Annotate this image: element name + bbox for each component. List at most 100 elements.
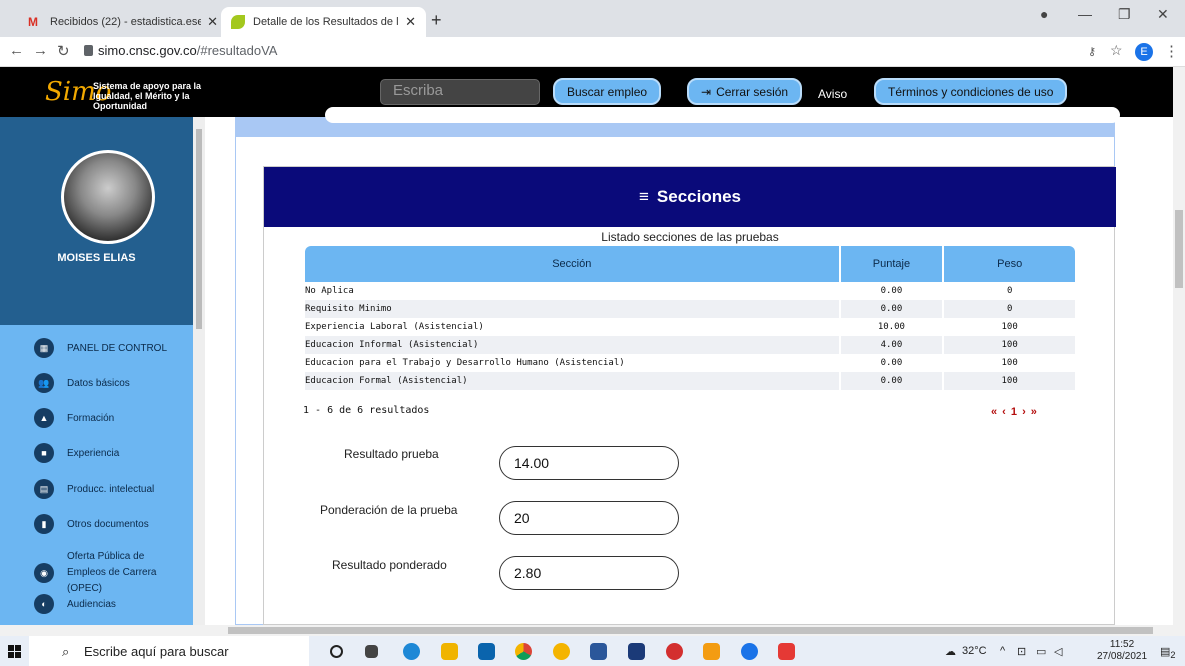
chrome-canary-icon[interactable] [553,643,570,660]
ponderacion-field[interactable]: 20 [499,501,679,535]
close-window-icon[interactable]: ✕ [1157,6,1169,23]
leaf-icon [231,15,245,29]
top-pill [325,107,1120,123]
cell-puntaje: 0.00 [880,286,903,296]
cerrar-sesion-label: Cerrar sesión [716,84,789,99]
tab-title: Detalle de los Resultados de la pr [253,16,399,28]
document-icon: ▮ [34,514,54,534]
task-view-icon[interactable] [365,645,378,658]
resultado-prueba-field[interactable]: 14.00 [499,446,679,480]
taskbar-clock[interactable]: 11:52 27/08/2021 [1097,639,1147,663]
info-salud-icon[interactable] [628,643,645,660]
notifications-icon[interactable]: ▤2 [1160,645,1176,660]
column-header-puntaje[interactable]: Puntaje [840,246,943,282]
cell-peso: 100 [1001,358,1018,368]
page-scrollbar[interactable] [1173,67,1185,625]
page-scroll-thumb[interactable] [1175,210,1183,288]
key-icon[interactable]: ⚷ [1088,45,1096,58]
pager-controls[interactable]: « ‹ 1 › » [991,406,1038,418]
chrome-icon[interactable] [515,643,532,660]
sidebar-item-opec[interactable]: ◉ Oferta Pública de Empleos de Carrera (O… [34,549,184,597]
display-icon[interactable]: ▭ [1036,645,1046,658]
user-photo [61,150,155,244]
sidebar-item-produccion[interactable]: ▤ Producc. intelectual [34,479,154,499]
table-row: No Aplica 0.00 0 [305,282,1075,300]
buscar-empleo-button[interactable]: Buscar empleo [553,78,662,105]
gmail-icon: M [28,15,38,29]
sidebar-item-label: Experiencia [67,447,120,459]
sidebar-item-label: Audiencias [67,598,116,610]
sidebar-item-label: Oferta Pública de Empleos de Carrera (OP… [67,551,157,594]
sidebar-item-formacion[interactable]: ▲ Formación [34,408,114,428]
browser-tab-bar: M Recibidos (22) - estadistica.esecat ✕ … [0,0,1185,37]
tray-chevron-icon[interactable]: ^ [1000,645,1005,657]
graduation-icon: ▲ [34,408,54,428]
secciones-panel: ≡ Secciones Listado secciones de las prue… [263,166,1116,625]
tab-resultados[interactable]: Detalle de los Resultados de la pr ✕ [221,7,426,37]
taskbar-search[interactable]: ⌕ Escribe aquí para buscar [29,636,309,666]
sidebar-item-label: Otros documentos [67,518,149,530]
menu-kebab-icon[interactable]: ⋮ [1164,42,1179,60]
resultado-ponderado-label: Resultado ponderado [332,558,447,572]
cell-puntaje: 10.00 [877,322,905,332]
weather-icon[interactable]: ☁ [945,645,956,658]
volume-icon[interactable]: ◁ [1054,645,1062,658]
column-header-peso[interactable]: Peso [944,246,1075,282]
lock-icon [84,45,93,56]
minimize-icon[interactable]: — [1078,6,1092,22]
record-icon[interactable]: ● [1040,6,1048,22]
user-name: MOISES ELIAS [57,252,136,264]
resultado-ponderado-field[interactable]: 2.80 [499,556,679,590]
reload-icon[interactable]: ↻ [57,42,70,60]
cell-puntaje: 0.00 [880,358,903,368]
tab-gmail[interactable]: M Recibidos (22) - estadistica.esecat ✕ [18,7,228,37]
horizontal-scroll-thumb[interactable] [228,627,1153,634]
cell-peso: 100 [944,372,1075,390]
cell-seccion: Educacion para el Trabajo y Desarrollo H… [305,358,625,368]
cell-peso: 100 [1001,322,1018,332]
file-explorer-icon[interactable] [441,643,458,660]
url-field[interactable]: simo.cnsc.gov.co/#resultadoVA [98,43,277,58]
close-tab-icon[interactable]: ✕ [405,14,416,30]
main-content: ≡ Secciones Listado secciones de las prue… [205,107,1173,625]
sidebar: MOISES ELIAS ▦ PANEL DE CONTROL 👥 Datos bá… [0,117,205,625]
sidebar-scroll-thumb[interactable] [196,129,202,329]
new-tab-icon[interactable]: + [431,10,442,31]
sidebar-item-label: Producc. intelectual [67,483,155,495]
network-app-icon[interactable] [703,643,720,660]
sidebar-item-datos[interactable]: 👥 Datos básicos [34,373,130,393]
search-input[interactable]: Escriba [380,79,540,105]
cell-seccion: Experiencia Laboral (Asistencial) [305,322,484,332]
tab-title: Recibidos (22) - estadistica.esecat [50,16,202,28]
pdf-reader-icon[interactable] [778,643,795,660]
profile-avatar[interactable]: E [1135,43,1153,61]
edge-icon[interactable] [403,643,420,660]
cortana-icon[interactable] [330,645,343,658]
sidebar-item-experiencia[interactable]: ■ Experiencia [34,443,119,463]
logo-tagline: Sistema de apoyo para la Igualdad, el Mé… [93,81,202,111]
forward-icon[interactable]: → [33,42,48,59]
sidebar-item-panel[interactable]: ▦ PANEL DE CONTROL [34,338,167,358]
close-tab-icon[interactable]: ✕ [207,14,218,30]
app-icon[interactable] [666,643,683,660]
restore-icon[interactable]: ❐ [1118,6,1131,23]
sidebar-item-otros[interactable]: ▮ Otros documentos [34,514,149,534]
column-header-seccion[interactable]: Sección [305,246,839,282]
windows-start-icon[interactable] [8,645,21,658]
terminos-button[interactable]: Términos y condiciones de uso [874,78,1068,105]
top-band [235,107,1120,137]
cell-puntaje: 4.00 [840,336,943,354]
word-icon[interactable] [590,643,607,660]
mail-icon[interactable] [478,643,495,660]
cell-peso: 0 [1006,286,1013,296]
chrome-profile-icon[interactable] [741,643,758,660]
back-icon[interactable]: ← [9,42,24,59]
sidebar-item-audiencias[interactable]: ◐ Audiencias [34,594,116,614]
cerrar-sesion-button[interactable]: ⇥ Cerrar sesión [687,78,803,105]
aviso-link[interactable]: Aviso [818,87,847,101]
profile-card: MOISES ELIAS [0,117,193,325]
table-row: Educacion para el Trabajo y Desarrollo H… [305,354,1075,372]
network-icon[interactable]: ⊡ [1017,645,1026,658]
star-icon[interactable]: ☆ [1110,42,1123,59]
url-domain: simo.cnsc.gov.co [98,43,197,58]
